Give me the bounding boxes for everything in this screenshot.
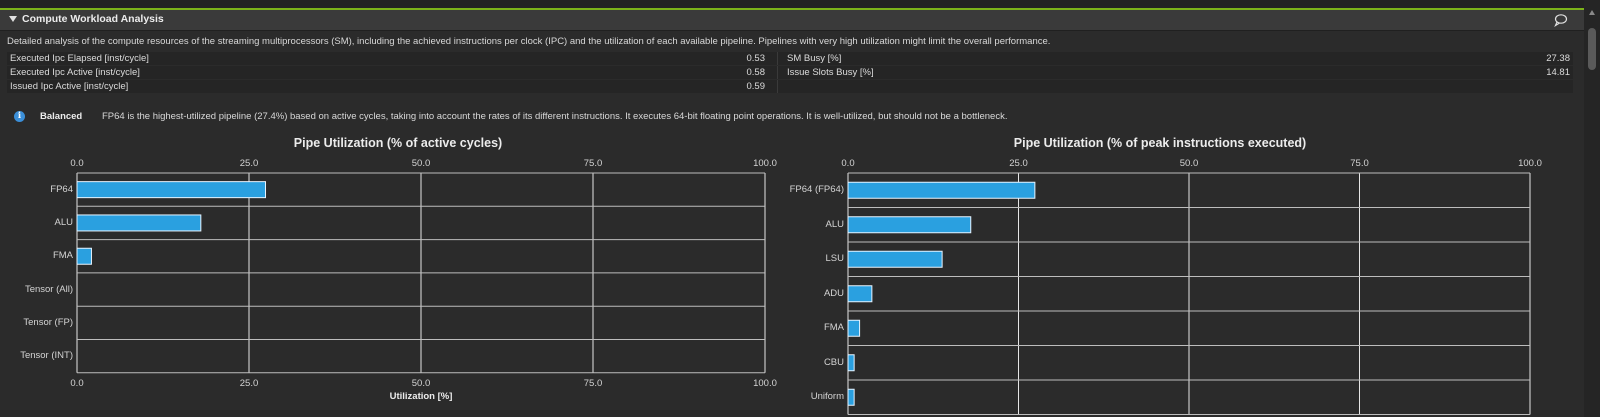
- scroll-up-arrow-icon[interactable]: [1589, 10, 1595, 15]
- metric-row: Issued Ipc Active [inst/cycle] 0.59: [7, 80, 1573, 93]
- category-label: FMA: [823, 322, 844, 334]
- bar-cbu[interactable]: [847, 354, 855, 372]
- section-title: Compute Workload Analysis: [22, 13, 164, 25]
- metric-label: Issue Slots Busy [%]: [787, 67, 874, 78]
- bar-lsu[interactable]: [847, 250, 943, 268]
- category-label: Uniform: [810, 391, 844, 403]
- chart-plot: [76, 172, 766, 374]
- category-label: Tensor (FP): [23, 316, 73, 328]
- metric-label: Issued Ipc Active [inst/cycle]: [10, 81, 129, 92]
- comment-icon[interactable]: [1554, 13, 1568, 27]
- tick-label-top: 75.0: [583, 158, 603, 169]
- metric-row: Executed Ipc Active [inst/cycle] 0.58 Is…: [7, 66, 1573, 79]
- metric-divider: [777, 66, 778, 79]
- info-icon: i: [14, 111, 25, 122]
- bar-alu[interactable]: [76, 214, 202, 232]
- metric-row: Executed Ipc Elapsed [inst/cycle] 0.53 S…: [7, 52, 1573, 65]
- metric-value: 14.81: [1546, 67, 1570, 78]
- tick-label-top: 0.0: [70, 158, 84, 169]
- category-label: LSU: [825, 253, 844, 265]
- category-label: Tensor (All): [24, 283, 73, 295]
- metric-value: 27.38: [1546, 53, 1570, 64]
- category-label: Tensor (INT): [20, 350, 73, 362]
- category-label: ADU: [823, 287, 844, 299]
- tick-label-top: 25.0: [239, 158, 259, 169]
- rule-title: Balanced: [40, 111, 83, 122]
- tick-label-top: 100.0: [753, 158, 777, 169]
- tick-label-top: 25.0: [1009, 158, 1028, 169]
- tick-label-bottom: 100.0: [753, 378, 777, 389]
- tick-label-bottom: 25.0: [239, 378, 259, 389]
- bar-fma[interactable]: [847, 319, 861, 337]
- tick-label-top: 75.0: [1350, 158, 1369, 169]
- category-label: FP64: [50, 183, 73, 195]
- bar-alu[interactable]: [847, 216, 972, 234]
- rule-text: FP64 is the highest-utilized pipeline (2…: [102, 111, 1008, 122]
- category-label: FMA: [52, 250, 73, 262]
- category-label: ALU: [54, 216, 73, 228]
- pipe-utilization-peak-chart: Pipe Utilization (% of peak instructions…: [790, 134, 1584, 417]
- metric-value: 0.59: [746, 81, 766, 92]
- metric-label: Executed Ipc Elapsed [inst/cycle]: [10, 53, 149, 64]
- tick-label-bottom: 50.0: [411, 378, 431, 389]
- bar-fp64-fp64[interactable]: [847, 181, 1036, 199]
- metric-value: 0.58: [746, 67, 766, 78]
- tick-label-bottom: 75.0: [583, 378, 603, 389]
- category-label: FP64 (FP64): [789, 184, 844, 196]
- section-header[interactable]: Compute Workload Analysis: [0, 10, 1584, 31]
- scrollbar-thumb[interactable]: [1588, 28, 1596, 70]
- tick-label-top: 0.0: [841, 158, 855, 169]
- category-label: ALU: [825, 218, 844, 230]
- pipe-utilization-active-chart: Pipe Utilization (% of active cycles) FP6…: [0, 134, 790, 417]
- tick-label-top: 50.0: [1179, 158, 1199, 169]
- metric-value: 0.53: [746, 53, 766, 64]
- metric-label: Executed Ipc Active [inst/cycle]: [10, 67, 140, 78]
- tick-label-top: 100.0: [1518, 158, 1542, 169]
- metric-divider: [777, 80, 778, 93]
- category-label: CBU: [823, 356, 844, 368]
- tick-label-bottom: 0.0: [70, 378, 84, 389]
- metric-divider: [777, 52, 778, 65]
- chart-plot: [847, 172, 1531, 415]
- bar-fp64[interactable]: [76, 181, 267, 199]
- top-strip: [0, 0, 1584, 8]
- bar-fma[interactable]: [76, 247, 92, 265]
- bar-adu[interactable]: [847, 285, 873, 303]
- metric-label: SM Busy [%]: [787, 53, 842, 64]
- section-description: Detailed analysis of the compute resourc…: [7, 36, 1051, 47]
- chevron-down-icon[interactable]: [9, 16, 17, 22]
- tick-label-top: 50.0: [411, 158, 431, 169]
- bar-uniform[interactable]: [847, 388, 855, 406]
- x-axis-title: Utilization [%]: [389, 391, 453, 402]
